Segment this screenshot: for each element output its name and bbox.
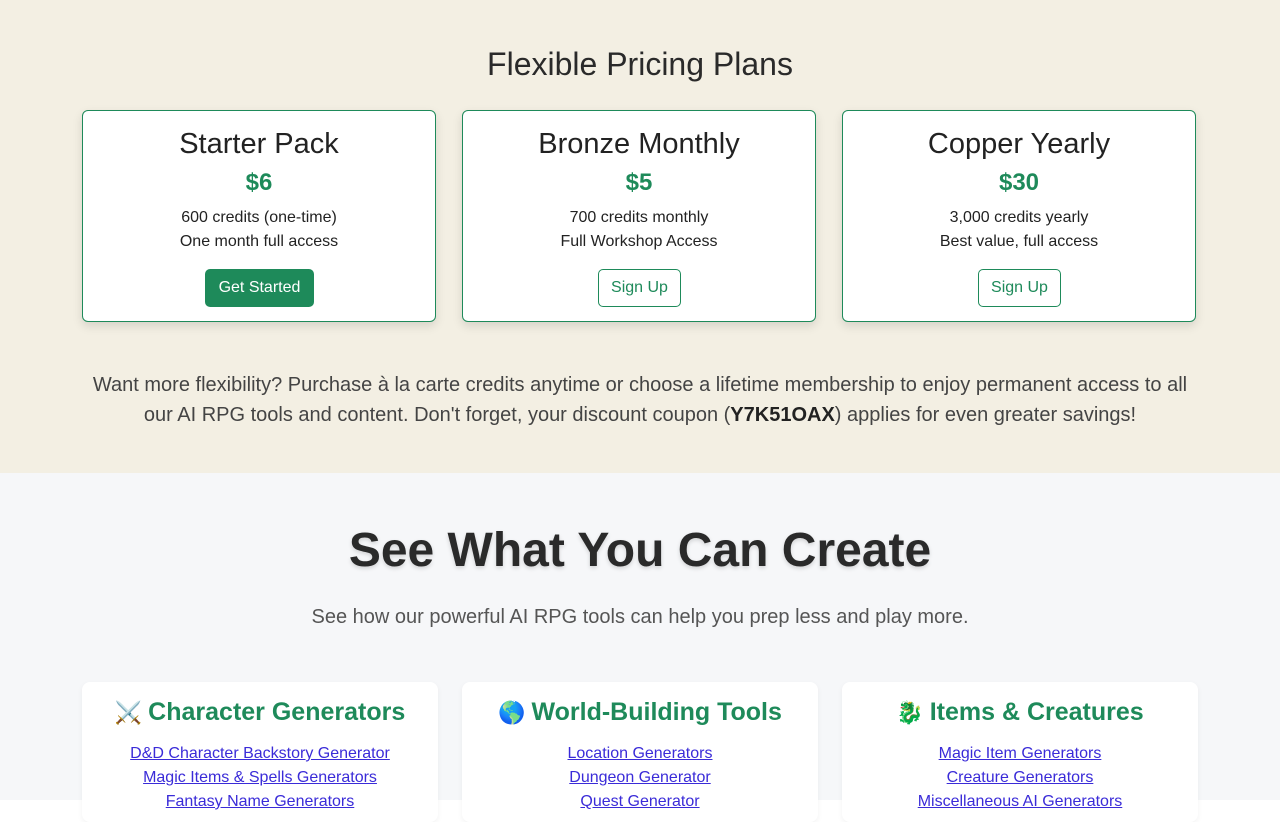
plan-price: $30 <box>998 169 1040 196</box>
create-section: See What You Can Create See how our powe… <box>0 473 1280 822</box>
category-card-items-creatures: 🐉 Items & Creatures Magic Item Generators… <box>842 682 1198 822</box>
category-links: D&D Character Backstory Generator Magic … <box>82 744 438 816</box>
category-link[interactable]: Miscellaneous AI Generators <box>918 793 1123 810</box>
globe-icon: 🌎 <box>498 700 526 725</box>
create-title: See What You Can Create <box>348 524 932 577</box>
category-links: Magic Item Generators Creature Generator… <box>842 744 1198 816</box>
list-item: D&D Character Backstory Generator <box>82 744 438 768</box>
crossed-swords-icon: ⚔️ <box>114 700 143 725</box>
plan-credits: 700 credits monthly <box>569 209 709 226</box>
plan-access: One month full access <box>179 233 339 250</box>
category-links: Location Generators Dungeon Generator Qu… <box>462 744 818 816</box>
list-item: Magic Items & Spells Generators <box>82 768 438 792</box>
category-link[interactable]: Magic Item Generators <box>939 745 1102 762</box>
pricing-note: Want more flexibility? Purchase à la car… <box>90 370 1190 430</box>
category-heading: 🌎 World-Building Tools <box>462 698 818 727</box>
category-title: World-Building Tools <box>531 698 782 726</box>
category-link[interactable]: Fantasy Name Generators <box>166 793 355 810</box>
sign-up-button[interactable]: Sign Up <box>598 269 681 307</box>
category-card-character: ⚔️ Character Generators D&D Character Bac… <box>82 682 438 822</box>
plan-credits: 3,000 credits yearly <box>949 209 1089 226</box>
list-item: Miscellaneous AI Generators <box>842 792 1198 816</box>
category-link[interactable]: Location Generators <box>568 745 713 762</box>
list-item: Dungeon Generator <box>462 768 818 792</box>
plan-credits: 600 credits (one-time) <box>181 209 337 226</box>
category-heading: 🐉 Items & Creatures <box>842 698 1198 727</box>
category-link[interactable]: D&D Character Backstory Generator <box>130 745 390 762</box>
plan-card-starter-pack: Starter Pack $6 600 credits (one-time) O… <box>82 110 436 322</box>
dragon-icon: 🐉 <box>896 700 924 725</box>
category-link[interactable]: Creature Generators <box>947 769 1094 786</box>
plan-access: Full Workshop Access <box>560 233 718 250</box>
coupon-code: Y7K51OAX <box>730 404 835 426</box>
create-subtitle: See how our powerful AI RPG tools can he… <box>311 606 969 628</box>
list-item: Fantasy Name Generators <box>82 792 438 816</box>
get-started-button[interactable]: Get Started <box>205 269 314 307</box>
plan-name: Starter Pack <box>179 128 339 160</box>
category-link[interactable]: Quest Generator <box>580 793 699 810</box>
pricing-section: Flexible Pricing Plans Starter Pack $6 6… <box>0 0 1280 473</box>
plan-name: Copper Yearly <box>927 128 1111 160</box>
pricing-note-text-end: ) applies for even greater savings! <box>834 404 1137 426</box>
category-title: Items & Creatures <box>929 698 1144 726</box>
category-heading: ⚔️ Character Generators <box>82 698 438 727</box>
list-item: Quest Generator <box>462 792 818 816</box>
list-item: Creature Generators <box>842 768 1198 792</box>
category-card-world-building: 🌎 World-Building Tools Location Generator… <box>462 682 818 822</box>
category-link[interactable]: Magic Items & Spells Generators <box>143 769 377 786</box>
plan-card-bronze-monthly: Bronze Monthly $5 700 credits monthly Fu… <box>462 110 816 322</box>
list-item: Location Generators <box>462 744 818 768</box>
plan-price: $6 <box>245 169 273 196</box>
plan-access: Best value, full access <box>939 233 1099 250</box>
list-item: Magic Item Generators <box>842 744 1198 768</box>
plan-card-copper-yearly: Copper Yearly $30 3,000 credits yearly B… <box>842 110 1196 322</box>
pricing-title: Flexible Pricing Plans <box>487 46 793 82</box>
category-link[interactable]: Dungeon Generator <box>569 769 710 786</box>
category-title: Character Generators <box>148 698 406 726</box>
sign-up-button[interactable]: Sign Up <box>978 269 1061 307</box>
plan-name: Bronze Monthly <box>538 128 740 160</box>
plan-price: $5 <box>625 169 653 196</box>
